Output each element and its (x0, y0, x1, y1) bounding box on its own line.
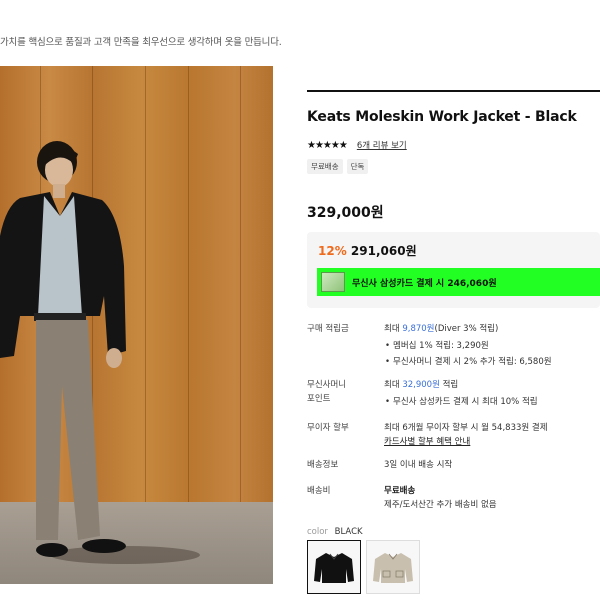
beige-jacket-icon (373, 553, 413, 583)
points-prefix: 최대 (384, 324, 403, 334)
black-jacket-icon (314, 553, 354, 583)
installment-value: 최대 6개월 무이자 할부 시 월 54,833원 결제 카드사별 할부 혜택 … (384, 421, 548, 449)
discount-rate: 12% (318, 244, 347, 258)
purchase-points-label: 구매 적립금 (307, 324, 349, 334)
money-amount: 32,900원 (402, 380, 440, 390)
delivery-info-section: 배송정보 3일 이내 배송 시작 (307, 458, 600, 474)
points-amount: 9,870원 (402, 324, 435, 334)
color-value: BLACK (334, 527, 363, 537)
money-suffix: 적립 (439, 380, 459, 390)
color-option-beige[interactable] (366, 540, 420, 594)
purchase-points-section: 구매 적립금 최대 9,870원(Diver 3% 적립) 멤버십 1% 적립:… (307, 322, 600, 372)
installment-section: 무이자 할부 최대 6개월 무이자 할부 시 월 54,833원 결제 카드사별… (307, 421, 600, 451)
points-musinsa-money: 무신사머니 결제 시 2% 추가 적립: 6,580원 (384, 355, 552, 369)
installment-text: 최대 6개월 무이자 할부 시 월 54,833원 결제 (384, 423, 548, 433)
shipping-fee-label: 배송비 (307, 486, 331, 496)
shipping-fee-section: 배송비 무료배송 제주/도서산간 추가 배송비 없음 (307, 484, 600, 514)
money-points-value: 최대 32,900원 적립 무신사 삼성카드 결제 시 최대 10% 적립 (384, 378, 538, 409)
points-membership: 멤버십 1% 적립: 3,290원 (384, 339, 552, 353)
shipping-fee-text: 무료배송 (384, 486, 416, 496)
review-link[interactable]: 6개 리뷰 보기 (357, 139, 407, 151)
product-tags: 무료배송 단독 (307, 159, 369, 174)
discount-row: 12% 291,060원 (318, 242, 417, 259)
points-suffix: (Diver 3% 적립) (434, 324, 499, 334)
original-price: 329,000원 (307, 205, 384, 221)
color-label: color (307, 527, 328, 537)
money-prefix: 최대 (384, 380, 403, 390)
sale-price: 291,060원 (350, 244, 417, 258)
color-option-black[interactable] (307, 540, 361, 594)
model-figure (0, 141, 126, 557)
money-points-section: 무신사머니 포인트 최대 32,900원 적립 무신사 삼성카드 결제 시 최대… (307, 378, 600, 412)
delivery-info-label: 배송정보 (307, 460, 339, 470)
installment-benefits-link[interactable]: 카드사별 할부 혜택 안내 (384, 437, 470, 447)
money-label-line1: 무신사머니 (307, 380, 347, 390)
color-row: color BLACK (307, 527, 363, 537)
delivery-info-value: 3일 이내 배송 시작 (384, 460, 453, 470)
shipping-fee-note: 제주/도서산간 추가 배송비 없음 (384, 500, 497, 510)
money-points-label: 무신사머니 포인트 (307, 378, 375, 406)
installment-label: 무이자 할부 (307, 423, 349, 433)
credit-card-icon (321, 272, 345, 292)
rating-row: ★★★★★ 6개 리뷰 보기 (307, 139, 407, 152)
money-card-bonus: 무신사 삼성카드 결제 시 최대 10% 적립 (384, 395, 538, 409)
card-discount-text: 무신사 삼성카드 결제 시 246,060원 (352, 278, 497, 289)
money-label-line2: 포인트 (307, 394, 331, 404)
tag-exclusive: 단독 (346, 159, 369, 174)
star-rating-icon: ★★★★★ (307, 139, 348, 151)
title-divider (307, 90, 600, 92)
tag-free-shipping: 무료배송 (307, 159, 343, 174)
product-title: Keats Moleskin Work Jacket - Black (307, 109, 577, 125)
brand-description: 가치를 핵심으로 품질과 고객 만족을 최우선으로 생각하며 옷을 만듭니다. (0, 37, 282, 48)
purchase-points-value: 최대 9,870원(Diver 3% 적립) 멤버십 1% 적립: 3,290원… (384, 322, 552, 369)
card-discount-banner[interactable]: 무신사 삼성카드 결제 시 246,060원 (317, 268, 600, 296)
product-photo[interactable] (0, 66, 273, 584)
shipping-fee-value: 무료배송 제주/도서산간 추가 배송비 없음 (384, 484, 497, 512)
discount-box: 12% 291,060원 무신사 삼성카드 결제 시 246,060원 (307, 232, 600, 308)
